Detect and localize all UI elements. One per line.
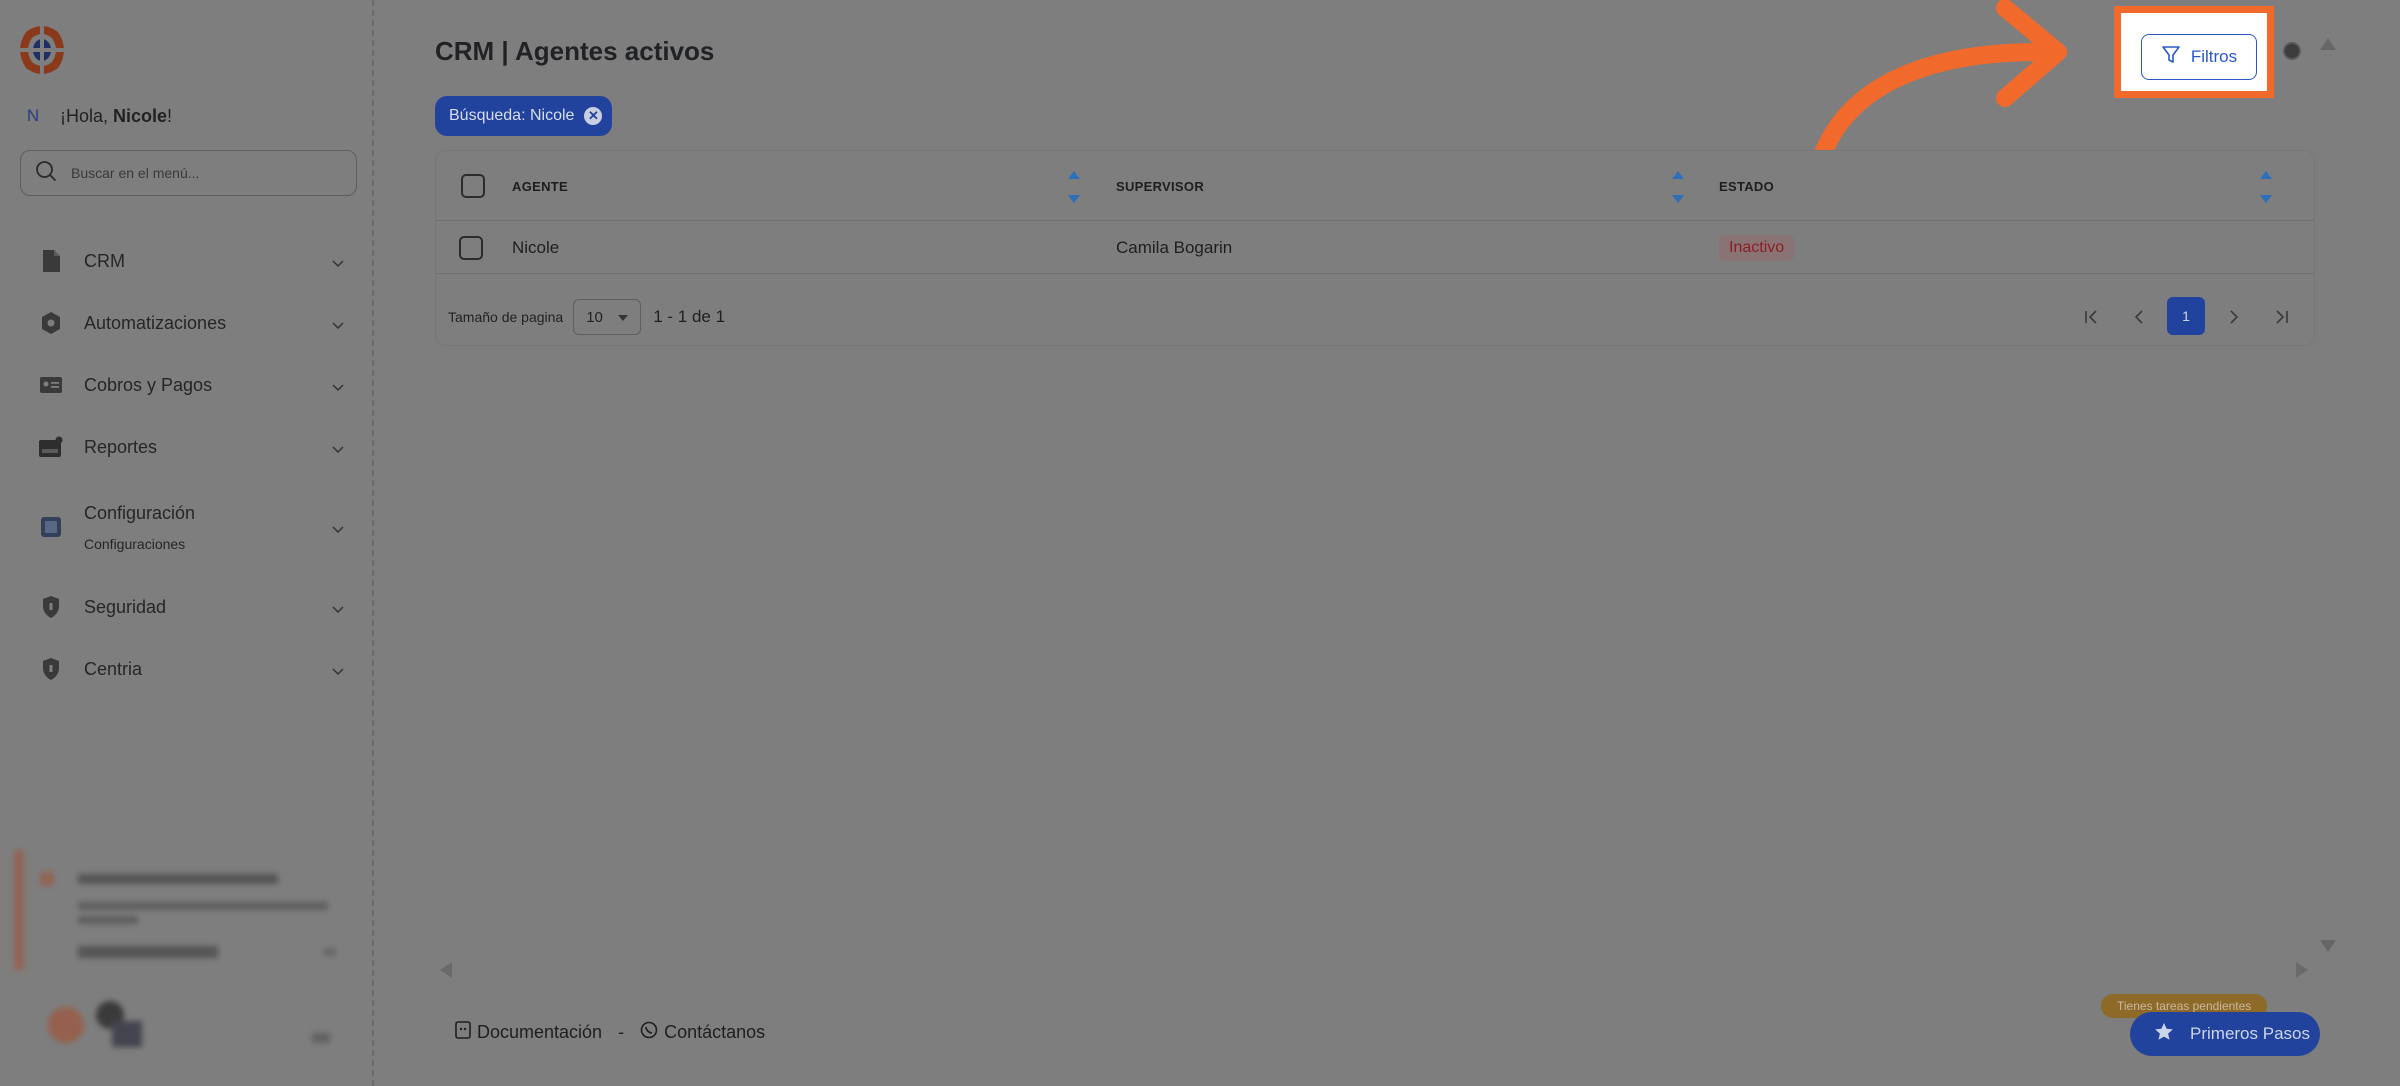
- star-icon: [2154, 1022, 2174, 1047]
- chevron-down-icon: [332, 317, 344, 335]
- agents-table: AGENTE SUPERVISOR ESTADO Nicole Camila B…: [435, 150, 2315, 346]
- search-filter-chip: Búsqueda: Nicole ✕: [435, 96, 613, 136]
- table-header: AGENTE SUPERVISOR ESTADO: [436, 151, 2314, 221]
- scroll-up-icon[interactable]: [2320, 38, 2336, 50]
- page-range: 1 - 1 de 1: [653, 307, 726, 326]
- first-steps-button[interactable]: Primeros Pasos: [2130, 1012, 2320, 1056]
- scroll-down-icon[interactable]: [2320, 940, 2336, 952]
- first-page-icon[interactable]: [2072, 297, 2112, 337]
- sidebar-item-configuracion[interactable]: Configuración Configuraciones: [38, 479, 344, 575]
- sidebar-subitem-configuraciones[interactable]: Configuraciones: [84, 536, 195, 552]
- shield-icon: [38, 656, 64, 682]
- sidebar-item-automatizaciones[interactable]: Automatizaciones: [38, 293, 344, 353]
- sidebar: N ¡Hola, Nicole! CRM Automatizaciones Co…: [0, 0, 374, 1086]
- search-chip-label: Búsqueda: Nicole: [449, 107, 575, 124]
- footer: Documentación - Contáctanos: [455, 1021, 765, 1044]
- page-size-control: Tamaño de pagina 10 1 - 1 de 1: [448, 299, 725, 335]
- next-page-icon[interactable]: [2214, 297, 2254, 337]
- document-icon: [38, 248, 64, 274]
- footer-separator: -: [618, 1022, 625, 1042]
- pagination: Tamaño de pagina 10 1 - 1 de 1 1: [436, 275, 2314, 347]
- cell-estado: Inactivo: [1719, 222, 1795, 274]
- select-all-checkbox[interactable]: [461, 174, 485, 198]
- sidebar-item-cobros-y-pagos[interactable]: Cobros y Pagos: [38, 355, 344, 415]
- filters-button-label: Filtros: [2190, 47, 2238, 66]
- row-checkbox[interactable]: [459, 236, 483, 260]
- column-header-estado[interactable]: ESTADO: [1719, 151, 1774, 221]
- user-name: Nicole: [113, 105, 168, 126]
- search-icon: [35, 160, 57, 187]
- menu-search-input[interactable]: [71, 165, 331, 181]
- chevron-down-icon: [332, 255, 344, 273]
- table-row[interactable]: Nicole Camila Bogarin Inactivo: [436, 222, 2314, 274]
- blurred-user-card: [40, 985, 340, 1055]
- chevron-down-icon: [332, 441, 344, 459]
- book-icon: [38, 514, 64, 540]
- column-header-supervisor[interactable]: SUPERVISOR: [1116, 151, 1204, 221]
- cell-agente: Nicole: [512, 238, 560, 257]
- page-size-label: Tamaño de pagina: [448, 309, 564, 325]
- chevron-down-icon: [332, 521, 344, 539]
- cell-supervisor: Camila Bogarin: [1116, 238, 1233, 257]
- chevron-down-icon: [332, 601, 344, 619]
- chevron-down-icon: [332, 379, 344, 397]
- sidebar-item-centria[interactable]: Centria: [38, 639, 344, 699]
- sidebar-item-reportes[interactable]: Reportes: [38, 417, 344, 477]
- user-greeting: N ¡Hola, Nicole!: [20, 103, 172, 129]
- sort-icon[interactable]: [1670, 169, 1686, 205]
- menu-search[interactable]: [20, 150, 357, 196]
- options-icon[interactable]: [2283, 42, 2301, 60]
- page-size-select[interactable]: 10: [573, 299, 642, 335]
- caret-down-icon: [617, 309, 629, 326]
- avatar: N: [26, 106, 40, 125]
- current-page-button[interactable]: 1: [2167, 297, 2205, 335]
- sidebar-item-crm[interactable]: CRM: [38, 231, 344, 291]
- chevron-down-icon: [332, 663, 344, 681]
- sort-icon[interactable]: [1066, 169, 1082, 205]
- remove-filter-icon[interactable]: ✕: [584, 107, 603, 125]
- funnel-icon: [2161, 45, 2181, 70]
- scroll-left-icon[interactable]: [440, 962, 452, 978]
- filters-button[interactable]: Filtros: [2141, 34, 2257, 80]
- scroll-right-icon[interactable]: [2296, 962, 2308, 978]
- status-badge: Inactivo: [1719, 235, 1795, 261]
- blurred-promo-panel: [14, 850, 348, 970]
- documentation-link[interactable]: Documentación: [455, 1021, 602, 1044]
- last-page-icon[interactable]: [2261, 297, 2301, 337]
- contact-link[interactable]: Contáctanos: [640, 1021, 765, 1044]
- whatsapp-icon: [640, 1021, 658, 1044]
- prev-page-icon[interactable]: [2119, 297, 2159, 337]
- column-header-agente[interactable]: AGENTE: [512, 151, 568, 221]
- document-icon: [455, 1021, 471, 1044]
- id-card-icon: [38, 372, 64, 398]
- sort-icon[interactable]: [2258, 169, 2274, 205]
- sidebar-item-seguridad[interactable]: Seguridad: [38, 577, 344, 637]
- company-logo[interactable]: [18, 24, 66, 76]
- report-icon: [38, 434, 64, 460]
- page-title: CRM | Agentes activos: [435, 36, 715, 66]
- gear-icon: [38, 310, 64, 336]
- greeting-text: ¡Hola, Nicole!: [60, 105, 173, 126]
- shield-icon: [38, 594, 64, 620]
- filter-highlight-box: Filtros: [2114, 6, 2274, 98]
